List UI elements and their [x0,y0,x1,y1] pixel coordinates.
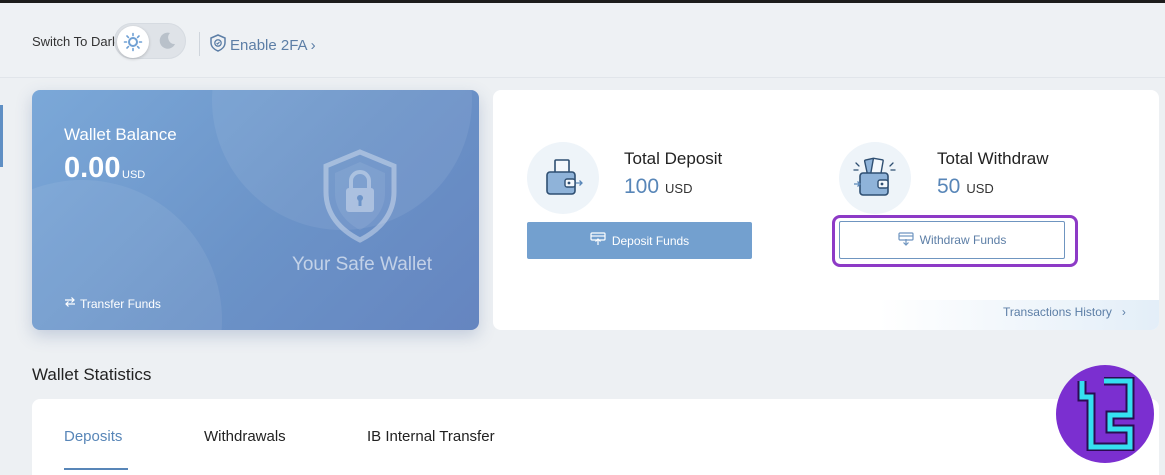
total-deposit-amount: 100 USD [624,175,693,199]
total-withdraw-title: Total Withdraw [937,149,1049,168]
chevron-right-icon: › [310,36,316,54]
tab-deposits[interactable]: Deposits [64,428,122,445]
enable-2fa-label: Enable 2FA [230,36,308,54]
transactions-history-label: Transactions History [1003,305,1112,319]
withdraw-funds-label: Withdraw Funds [919,233,1007,247]
transfer-funds-label: Transfer Funds [80,296,161,311]
sidebar-edge-indicator [0,105,3,167]
chevron-right-icon: › [1121,305,1126,319]
total-deposit-currency: USD [665,181,693,196]
brand-logo [1056,365,1154,463]
deposit-funds-button[interactable]: Deposit Funds [527,222,752,259]
shield-lock-icon [320,148,400,249]
deposit-funds-label: Deposit Funds [611,233,690,248]
top-bar: Switch To Dark Enable 2FA › [0,3,1165,78]
wallet-balance-currency: USD [122,169,146,181]
transfer-funds-link[interactable]: Transfer Funds [64,296,161,311]
card-withdraw-icon [898,231,914,249]
card-deposit-icon [590,232,606,249]
total-withdraw-amount: 50 USD [937,175,994,199]
sun-icon [117,26,149,58]
deposit-withdraw-summary-card: Total Deposit 100 USD Deposit Funds Total… [493,90,1159,330]
transfer-arrows-icon [64,296,76,311]
enable-2fa-link[interactable]: Enable 2FA › [209,34,316,56]
header-divider [199,32,200,56]
wallet-balance-amount: 0.00 [64,152,121,184]
total-deposit-title: Total Deposit [624,149,723,168]
total-withdraw-currency: USD [966,181,994,196]
transactions-history-link[interactable]: Transactions History › [1003,305,1126,319]
total-withdraw-value: 50 [937,175,961,198]
dark-mode-label: Switch To Dark [32,34,119,49]
moon-icon [157,31,177,56]
wallet-deposit-icon [527,142,599,214]
wallet-statistics-title: Wallet Statistics [32,365,152,384]
wallet-tagline: Your Safe Wallet [291,254,433,275]
tab-ib-internal-transfer[interactable]: IB Internal Transfer [367,428,495,445]
wallet-balance-card: Wallet Balance 0.00 USD Your Safe Wallet… [32,90,479,330]
withdraw-funds-button[interactable]: Withdraw Funds [839,221,1065,259]
wallet-withdraw-icon [839,142,911,214]
tab-withdrawals[interactable]: Withdrawals [204,428,286,445]
wallet-statistics-panel: Deposits Withdrawals IB Internal Transfe… [32,399,1159,475]
wallet-balance-title: Wallet Balance [64,125,177,144]
dark-mode-toggle[interactable] [114,23,186,59]
active-tab-underline [64,468,128,470]
total-deposit-value: 100 [624,175,660,198]
shield-check-icon [209,34,227,56]
